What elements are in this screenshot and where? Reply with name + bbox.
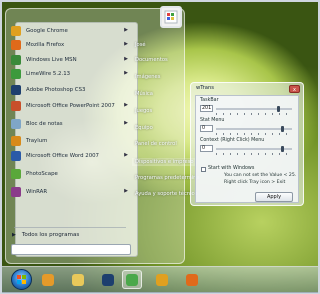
start-menu-link[interactable]: Juegos [135, 108, 152, 114]
start-menu-label: Stat Menu [200, 118, 225, 123]
dialog-body: TaskBar 201 Stat Menu 0 Context (Right C… [195, 95, 299, 203]
taskbar-slider-thumb[interactable] [277, 106, 280, 112]
triangle-right-icon: ▶ [12, 232, 16, 238]
taskbar [2, 266, 318, 293]
submenu-arrow-icon: ▶ [124, 70, 128, 76]
all-programs-button[interactable]: ▶ Todos los programas [12, 232, 79, 238]
taskbar-slider[interactable] [216, 106, 292, 112]
program-label: Bloc de notas [26, 121, 63, 127]
start-button[interactable] [11, 269, 32, 290]
program-item[interactable]: Adobe Photoshop CS3 [11, 83, 131, 97]
taskbar-button[interactable] [122, 270, 142, 289]
chrome-icon [11, 26, 21, 36]
submenu-arrow-icon: ▶ [124, 41, 128, 47]
start-menu-slider-ticks [216, 133, 292, 135]
notepad-icon [11, 119, 21, 129]
start-menu-link[interactable]: José [135, 42, 146, 48]
taskbar-button[interactable] [68, 270, 88, 289]
program-item[interactable]: Bloc de notas ▶ [11, 117, 131, 131]
user-picture [160, 6, 182, 28]
submenu-arrow-icon: ▶ [124, 120, 128, 126]
wtrans-dialog: wTrans x TaskBar 201 Stat Menu 0 Context… [190, 82, 304, 206]
close-button[interactable]: x [289, 85, 300, 93]
apply-button[interactable]: Apply [255, 192, 293, 202]
traylum-icon [11, 136, 21, 146]
program-label: Microsoft Office Word 2007 [26, 153, 99, 159]
taskbar-label: TaskBar [200, 98, 219, 103]
taskbar-value-input[interactable]: 201 [200, 105, 213, 112]
winrar-icon [11, 187, 21, 197]
msn-icon [11, 55, 21, 65]
start-menu-slider-thumb[interactable] [281, 126, 284, 132]
start-menu-slider[interactable] [216, 126, 292, 132]
word-icon [11, 151, 21, 161]
start-menu-link[interactable]: Ayuda y soporte técnico [135, 191, 198, 197]
program-label: LimeWire 5.2.13 [26, 71, 71, 77]
user-picture-icon [164, 10, 178, 24]
context-menu-value-input[interactable]: 0 [200, 145, 213, 152]
program-label: Microsoft Office PowerPoint 2007 [26, 103, 115, 109]
submenu-arrow-icon: ▶ [124, 152, 128, 158]
submenu-arrow-icon: ▶ [124, 27, 128, 33]
program-item[interactable]: LimeWire 5.2.13 ▶ [11, 67, 131, 81]
program-item[interactable]: Windows Live MSN ▶ [11, 53, 131, 67]
divider [14, 227, 126, 228]
submenu-arrow-icon: ▶ [124, 102, 128, 108]
program-item[interactable]: Traylum [11, 134, 131, 148]
note-line-2: Right click Tray icon > Exit [224, 180, 286, 185]
powerpoint-icon [11, 101, 21, 111]
start-with-windows-label: Start with Windows [208, 166, 255, 171]
program-item[interactable]: Google Chrome ▶ [11, 24, 131, 38]
start-menu-link[interactable]: Panel de control [135, 141, 177, 147]
context-menu-slider-thumb[interactable] [281, 146, 284, 152]
firefox-icon [186, 273, 198, 286]
program-label: Google Chrome [26, 28, 68, 34]
submenu-arrow-icon: ▶ [124, 56, 128, 62]
limewire-icon [11, 69, 21, 79]
context-menu-slider[interactable] [216, 146, 292, 152]
program-label: Adobe Photoshop CS3 [26, 87, 86, 93]
program-label: Mozilla Firefox [26, 42, 65, 48]
taskbar-button[interactable] [152, 270, 172, 289]
context-menu-label: Context (Right Click) Menu [200, 138, 265, 143]
submenu-arrow-icon: ▶ [124, 188, 128, 194]
taskbar-button[interactable] [182, 270, 202, 289]
program-item[interactable]: Microsoft Office PowerPoint 2007 ▶ [11, 99, 131, 113]
program-item[interactable]: WinRAR ▶ [11, 185, 131, 199]
photoscape-icon [11, 169, 21, 179]
start-menu-link[interactable]: Equipo [135, 125, 153, 131]
wtrans-icon [126, 273, 138, 286]
taskbar-slider-ticks [216, 113, 292, 115]
program-label: Traylum [26, 138, 48, 144]
all-programs-label: Todos los programas [21, 232, 80, 238]
start-search-input[interactable] [11, 244, 131, 255]
media-player-icon [42, 273, 54, 286]
program-item[interactable]: Mozilla Firefox ▶ [11, 38, 131, 52]
chrome-icon [156, 273, 168, 286]
dialog-title: wTrans [196, 85, 214, 91]
start-menu-link[interactable]: Dispositivos e impreso [132, 158, 197, 166]
windows-logo-icon [17, 275, 26, 284]
start-menu-value-input[interactable]: 0 [200, 125, 213, 132]
start-menu-link[interactable]: Documentos [135, 57, 168, 63]
note-line-1: You can not set the Value < 25. [224, 173, 297, 178]
firefox-icon [11, 40, 21, 50]
file-explorer-icon [72, 273, 84, 286]
start-menu-link[interactable]: Imágenes [135, 74, 160, 80]
program-label: PhotoScape [26, 171, 58, 177]
photoshop-icon [102, 273, 114, 286]
taskbar-button[interactable] [98, 270, 118, 289]
program-item[interactable]: Microsoft Office Word 2007 ▶ [11, 149, 131, 163]
start-with-windows-checkbox[interactable] [201, 167, 206, 172]
program-item[interactable]: PhotoScape [11, 167, 131, 181]
context-menu-slider-ticks [216, 153, 292, 155]
start-menu-link[interactable]: Música [135, 91, 153, 97]
program-label: WinRAR [26, 189, 48, 195]
program-label: Windows Live MSN [26, 57, 77, 63]
photoshop-icon [11, 85, 21, 95]
taskbar-button[interactable] [38, 270, 58, 289]
